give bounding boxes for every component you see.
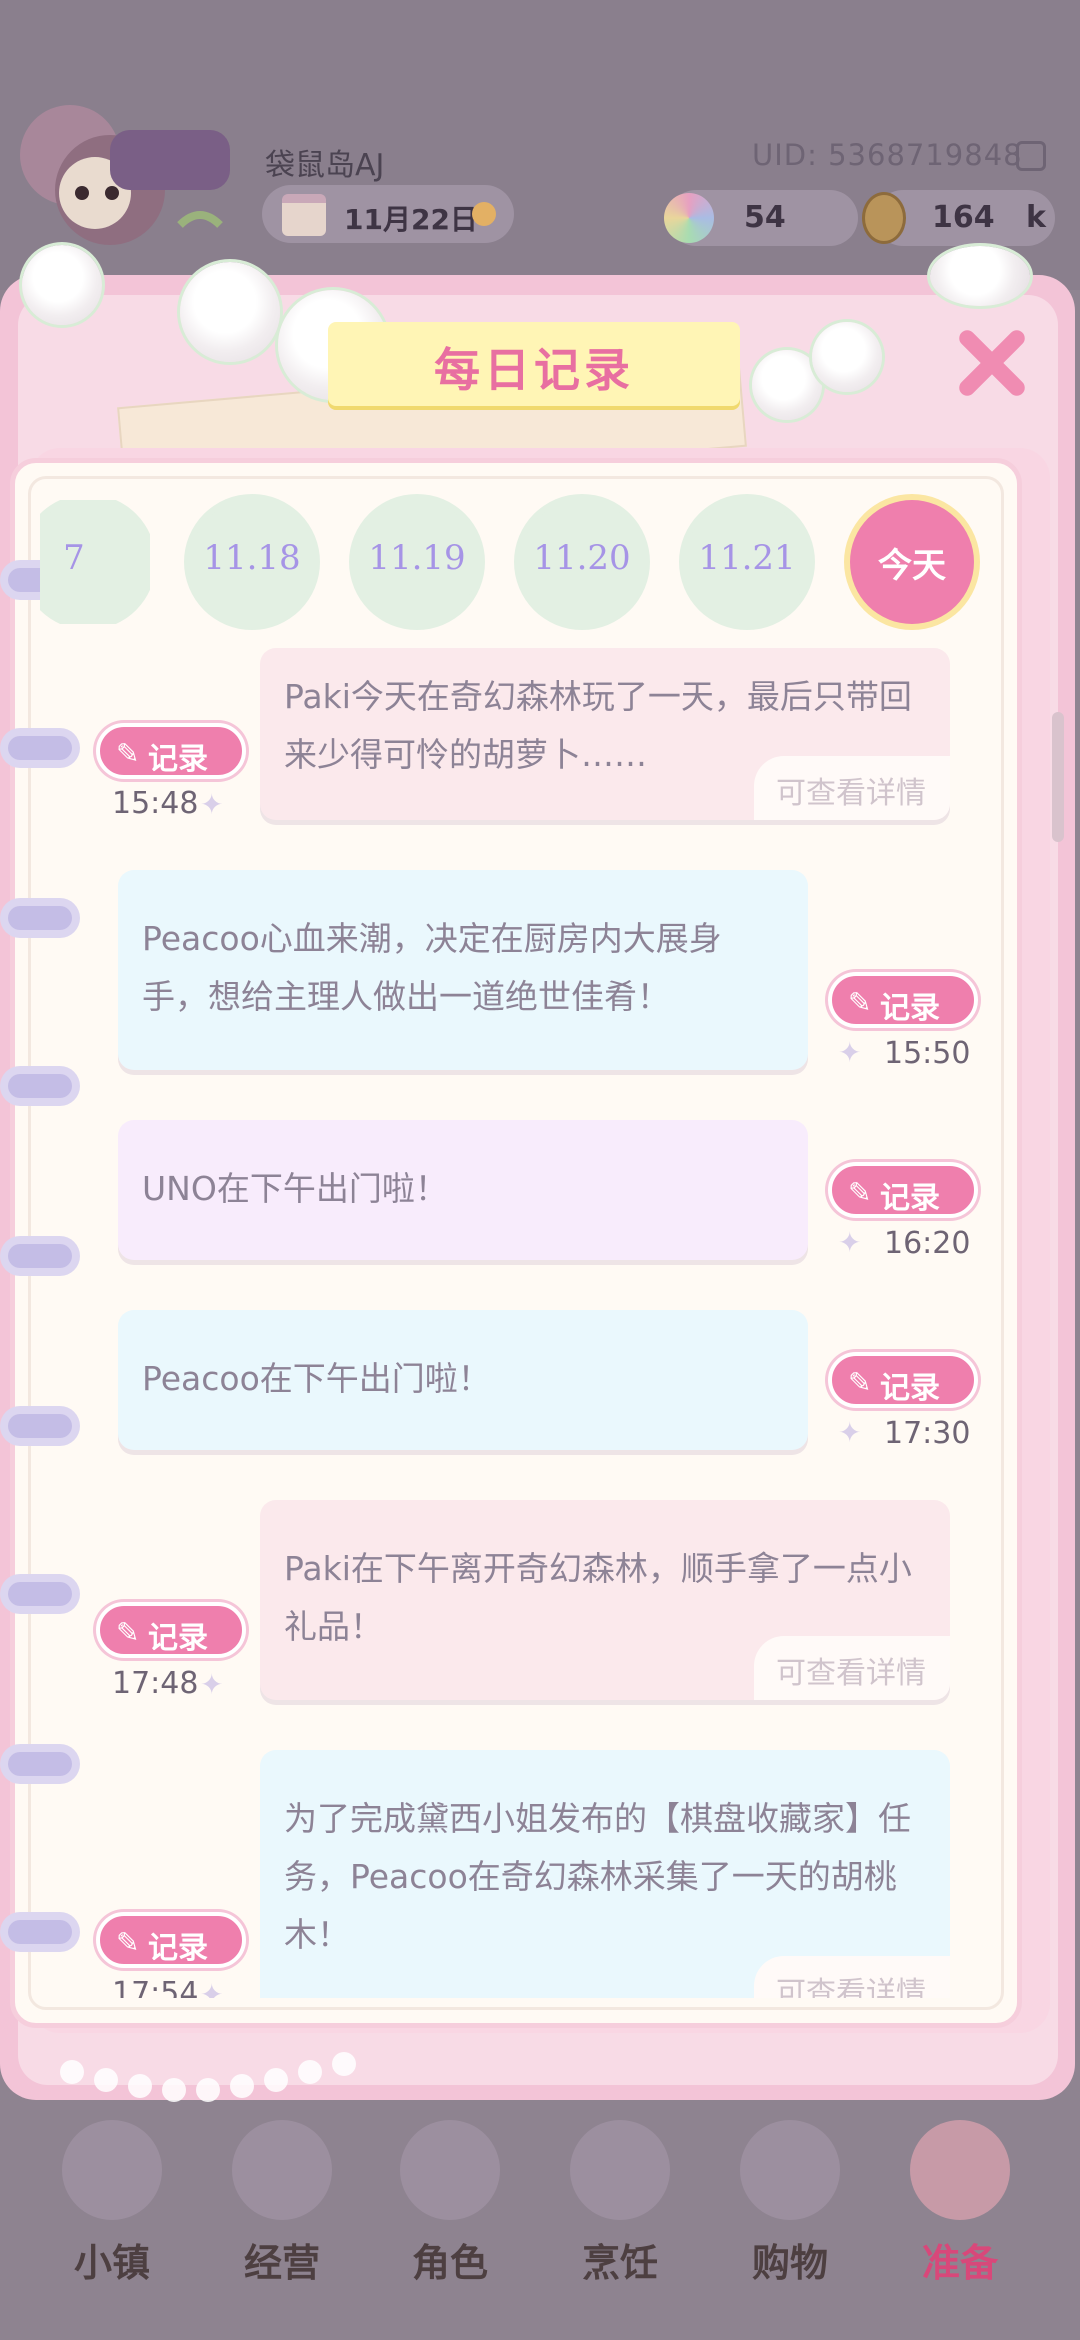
sparkle-icon: ✦: [200, 788, 224, 821]
log-text: UNO在下午出门啦！: [142, 1169, 448, 1208]
feather-icon: ✎: [116, 1616, 140, 1649]
log-list[interactable]: Paki今天在奇幻森林玩了一天，最后只带回来少得可怜的胡萝卜…… 可查看详情 ✎…: [38, 648, 998, 1998]
record-tag: ✎ 记录: [828, 1162, 978, 1218]
map-icon: [62, 2120, 162, 2220]
sun-icon: [472, 202, 496, 226]
rose-decoration-icon: [930, 246, 1030, 306]
log-card[interactable]: UNO在下午出门啦！: [118, 1120, 808, 1260]
rose-decoration-icon: [812, 322, 882, 392]
record-tag: ✎ 记录: [96, 1602, 246, 1658]
nav-prepare[interactable]: 准备: [890, 2110, 1030, 2310]
log-time: 17:48: [112, 1666, 199, 1701]
feather-icon: ✎: [848, 986, 872, 1019]
nav-business[interactable]: 经营: [212, 2110, 352, 2310]
log-text: Peacoo在下午出门啦！: [142, 1359, 491, 1398]
date-chip-11-20[interactable]: 11.20: [520, 500, 644, 624]
calendar-icon: [282, 194, 326, 236]
pearl-decoration: [332, 2052, 356, 2076]
log-text: 为了完成黛西小姐发布的【棋盘收藏家】任务，Peacoo在奇幻森林采集了一天的胡桃…: [284, 1799, 911, 1954]
log-card[interactable]: Paki在下午离开奇幻森林，顺手拿了一点小礼品！ 可查看详情: [260, 1500, 950, 1700]
nav-cooking[interactable]: 烹饪: [550, 2110, 690, 2310]
shop-bag-icon: [232, 2120, 332, 2220]
nav-town[interactable]: 小镇: [42, 2110, 182, 2310]
pearl-decoration: [128, 2074, 152, 2098]
log-time: 17:54: [112, 1976, 199, 1998]
sparkle-icon: ✦: [200, 1978, 224, 1998]
view-details-link[interactable]: 可查看详情: [754, 756, 950, 820]
feather-icon: ✎: [848, 1176, 872, 1209]
current-date: 11月22日: [344, 203, 478, 236]
pearl-decoration: [162, 2078, 186, 2102]
date-chip-11-21[interactable]: 11.21: [685, 500, 809, 624]
date-chip-11-18[interactable]: 11.18: [190, 500, 314, 624]
basket-icon: [910, 2120, 1010, 2220]
coin-icon: [862, 192, 906, 244]
record-tag: ✎ 记录: [96, 723, 246, 779]
scrollbar[interactable]: [1052, 712, 1064, 842]
character-icon: [400, 2120, 500, 2220]
log-text: Peacoo心血来潮，决定在厨房内大展身手，想给主理人做出一道绝世佳肴！: [142, 919, 722, 1016]
feather-icon: ✎: [848, 1366, 872, 1399]
log-time: 16:20: [884, 1226, 971, 1261]
uid-label: UID: 5368719848: [752, 138, 1023, 172]
date-chip-11-19[interactable]: 11.19: [355, 500, 479, 624]
sparkle-icon: ✦: [838, 1416, 862, 1449]
log-card[interactable]: Peacoo心血来潮，决定在厨房内大展身手，想给主理人做出一道绝世佳肴！: [118, 870, 808, 1070]
view-details-link[interactable]: 可查看详情: [754, 1956, 950, 1998]
pearl-decoration: [196, 2078, 220, 2102]
nav-shopping[interactable]: 购物: [720, 2110, 860, 2310]
log-card[interactable]: Paki今天在奇幻森林玩了一天，最后只带回来少得可怜的胡萝卜…… 可查看详情: [260, 648, 950, 820]
island-name: 袋鼠岛AJ: [265, 148, 385, 183]
coin-count: 164 k: [932, 200, 1046, 235]
record-tag: ✎ 记录: [828, 1352, 978, 1408]
sparkle-icon: ✦: [200, 1668, 224, 1701]
pearl-decoration: [60, 2060, 84, 2084]
pearl-decoration: [94, 2068, 118, 2092]
view-details-link[interactable]: 可查看详情: [754, 1636, 950, 1700]
pearl-decoration: [264, 2068, 288, 2092]
date-chip-11-17[interactable]: 7: [40, 500, 150, 624]
pearl-decoration: [298, 2060, 322, 2084]
panel-title: 每日记录: [434, 343, 634, 397]
copy-icon[interactable]: [1016, 141, 1046, 171]
record-tag: ✎ 记录: [828, 972, 978, 1028]
record-tag: ✎ 记录: [96, 1912, 246, 1968]
sparkle-icon: ✦: [838, 1036, 862, 1069]
shopping-bag-icon: [740, 2120, 840, 2220]
festival-logo[interactable]: [0, 75, 240, 275]
sparkle-icon: ✦: [838, 1226, 862, 1259]
date-chip-today[interactable]: 今天: [850, 500, 974, 624]
feather-icon: ✎: [116, 1926, 140, 1959]
feather-icon: ✎: [116, 737, 140, 770]
gem-count: 54: [744, 200, 786, 235]
pearl-decoration: [230, 2074, 254, 2098]
nav-character[interactable]: 角色: [380, 2110, 520, 2310]
sandwich-icon: [570, 2120, 670, 2220]
log-time: 17:30: [884, 1416, 971, 1451]
log-card[interactable]: Peacoo在下午出门啦！: [118, 1310, 808, 1450]
rainbow-gem-icon: [664, 193, 714, 243]
log-time: 15:50: [884, 1036, 971, 1071]
log-card[interactable]: 为了完成黛西小姐发布的【棋盘收藏家】任务，Peacoo在奇幻森林采集了一天的胡桃…: [260, 1750, 950, 1998]
log-time: 15:48: [112, 786, 199, 821]
rose-decoration-icon: [180, 262, 280, 362]
close-icon[interactable]: [950, 324, 1030, 404]
rose-decoration-icon: [22, 245, 102, 325]
